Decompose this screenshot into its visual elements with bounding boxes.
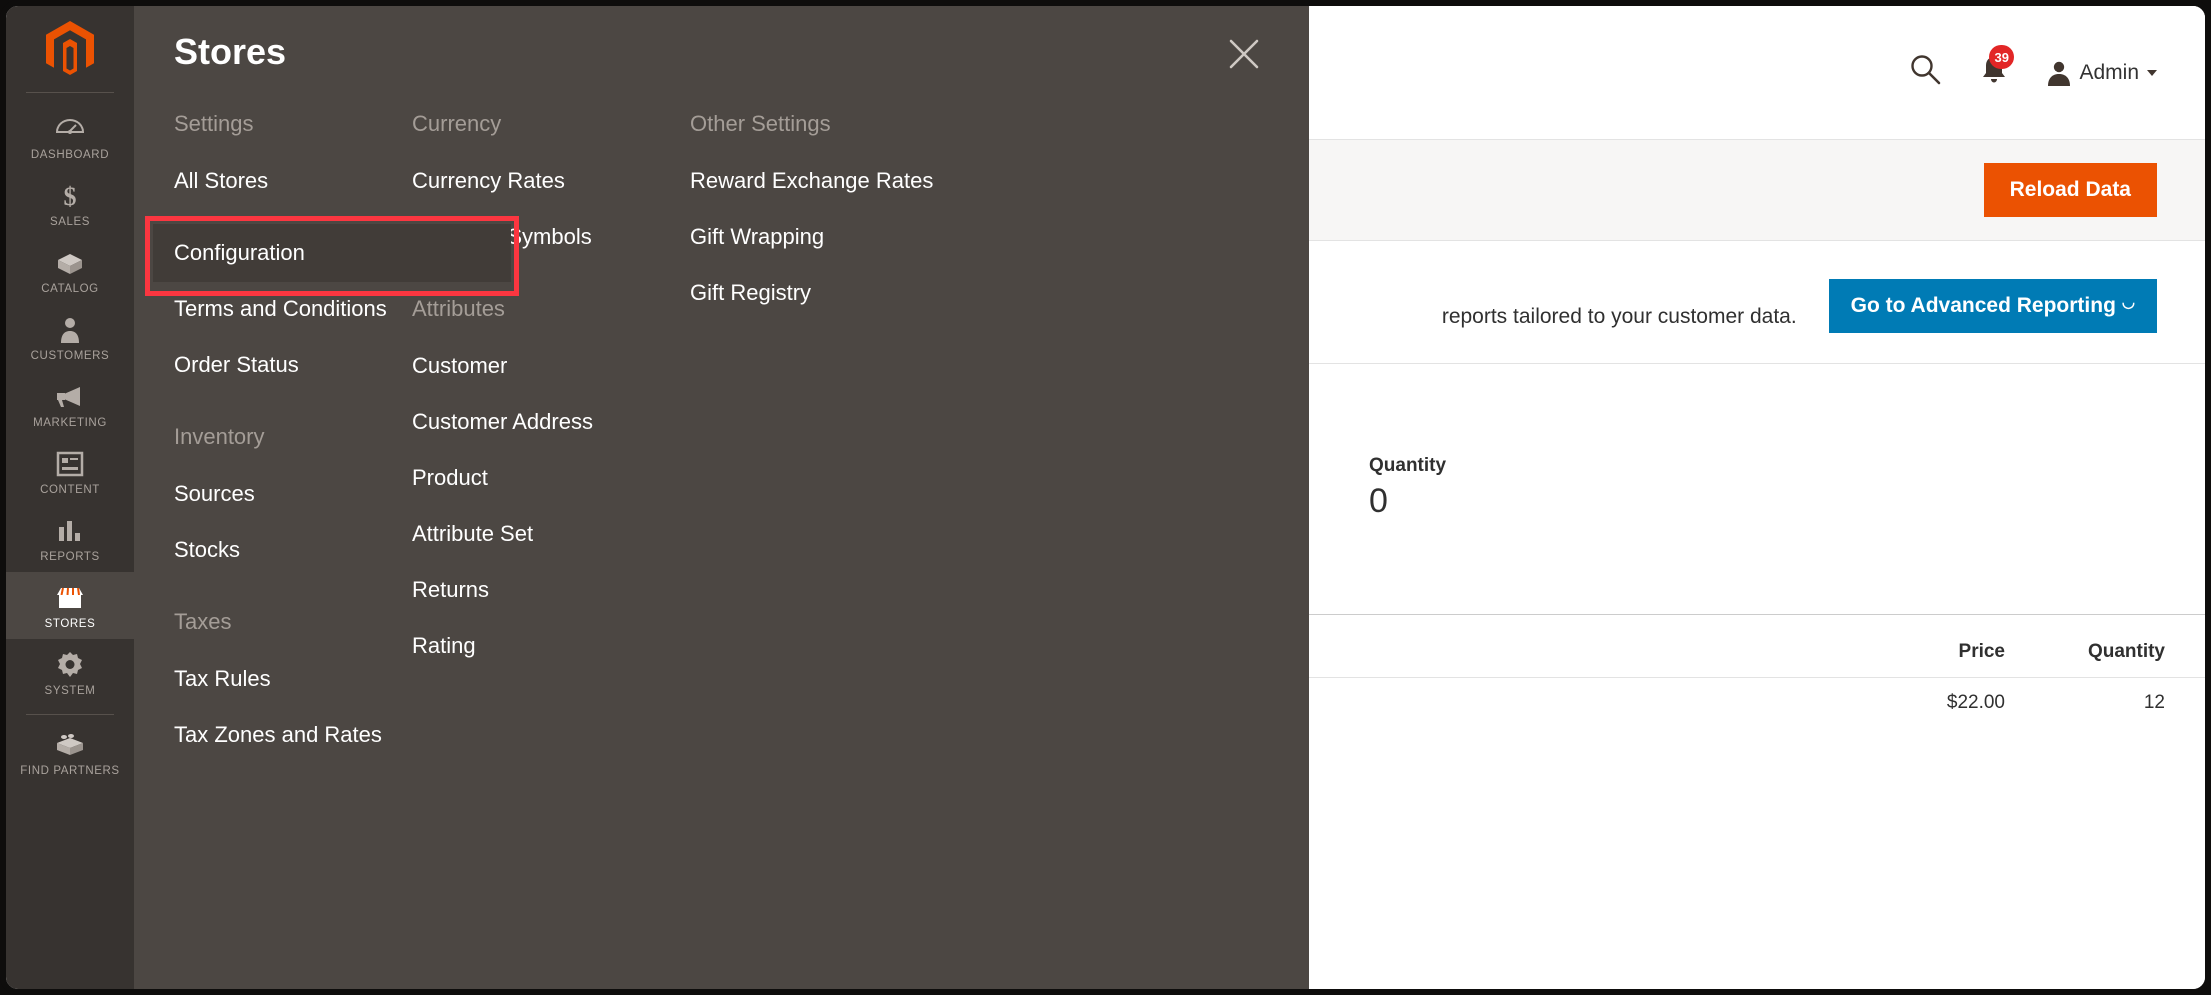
go-to-advanced-reporting-button[interactable]: Go to Advanced Reporting ◡ bbox=[1828, 279, 2157, 333]
menu-item-customer-address[interactable]: Customer Address bbox=[412, 409, 690, 435]
group-title: Taxes bbox=[174, 609, 232, 634]
group-title: Attributes bbox=[412, 296, 505, 321]
admin-account-menu[interactable]: Admin bbox=[2046, 60, 2157, 86]
notification-count-badge: 39 bbox=[1989, 45, 2014, 69]
group-title: Settings bbox=[174, 111, 254, 136]
menu-item-gift-registry[interactable]: Gift Registry bbox=[690, 280, 1010, 306]
menu-item-returns[interactable]: Returns bbox=[412, 577, 690, 603]
megamenu-title: Stores bbox=[174, 31, 287, 72]
menu-item-product[interactable]: Product bbox=[412, 465, 690, 491]
sidebar-item-dashboard[interactable]: DASHBOARD bbox=[6, 103, 134, 170]
menu-item-attribute-set[interactable]: Attribute Set bbox=[412, 521, 690, 547]
sidebar-item-reports[interactable]: REPORTS bbox=[6, 505, 134, 572]
dollar-icon: $ bbox=[59, 181, 81, 211]
sidebar-item-stores[interactable]: STORES bbox=[6, 572, 134, 639]
sidebar-item-content[interactable]: CONTENT bbox=[6, 438, 134, 505]
sidebar-item-label: SALES bbox=[49, 216, 91, 228]
sidebar-item-label: CUSTOMERS bbox=[30, 350, 110, 362]
column-header-price[interactable]: Price bbox=[1855, 641, 2005, 663]
svg-text:$: $ bbox=[64, 182, 77, 210]
menu-item-sources[interactable]: Sources bbox=[174, 481, 412, 507]
megamenu-column-3: Other Settings Reward Exchange Rates Gif… bbox=[690, 111, 1010, 989]
stat-value: 0 bbox=[1369, 482, 1388, 520]
megamenu-group-settings: Settings All Stores Configuration Terms … bbox=[145, 111, 519, 378]
menu-item-tax-rules[interactable]: Tax Rules bbox=[174, 666, 412, 692]
sidebar-item-customers[interactable]: CUSTOMERS bbox=[6, 304, 134, 371]
advanced-reporting-button-label: Go to Advanced Reporting bbox=[1850, 294, 2116, 317]
search-icon[interactable] bbox=[1908, 53, 1942, 92]
magento-logo-icon bbox=[46, 21, 94, 75]
menu-item-reward-exchange-rates[interactable]: Reward Exchange Rates bbox=[690, 168, 1010, 194]
sidebar-item-system[interactable]: SYSTEM bbox=[6, 639, 134, 706]
sidebar-item-label: MARKETING bbox=[33, 417, 107, 429]
stat-quantity: Quantity 0 bbox=[1369, 455, 1569, 521]
sidebar-item-catalog[interactable]: CATALOG bbox=[6, 237, 134, 304]
menu-item-currency-rates[interactable]: Currency Rates bbox=[412, 168, 690, 194]
admin-name-label: Admin bbox=[2079, 60, 2139, 84]
bar-chart-icon bbox=[56, 516, 84, 546]
megamenu-group-other-settings: Other Settings Reward Exchange Rates Gif… bbox=[690, 111, 1010, 306]
menu-item-customer[interactable]: Customer bbox=[412, 353, 690, 379]
primary-sidebar: DASHBOARD $ SALES CATALOG CUSTOMERS MARK… bbox=[6, 6, 134, 989]
menu-item-rating[interactable]: Rating bbox=[412, 633, 690, 659]
stat-label: Quantity bbox=[1369, 455, 1447, 476]
sidebar-item-label: STORES bbox=[44, 618, 96, 630]
admin-window: DASHBOARD $ SALES CATALOG CUSTOMERS MARK… bbox=[0, 0, 2211, 995]
sidebar-item-label: DASHBOARD bbox=[30, 149, 110, 161]
advanced-reporting-description: reports tailored to your customer data. bbox=[1441, 305, 1797, 328]
megamenu-group-attributes: Attributes Customer Customer Address Pro… bbox=[412, 296, 690, 659]
layout-icon bbox=[56, 449, 84, 479]
lego-brick-icon bbox=[54, 730, 86, 760]
external-link-icon: ◡ bbox=[2121, 294, 2135, 311]
sidebar-item-label: REPORTS bbox=[40, 551, 100, 563]
gear-icon bbox=[56, 650, 84, 680]
sidebar-item-find-partners[interactable]: FIND PARTNERS bbox=[6, 719, 134, 786]
reload-data-button[interactable]: Reload Data bbox=[1983, 163, 2157, 217]
cell-price: $22.00 bbox=[1946, 692, 2005, 713]
sidebar-divider-top bbox=[26, 92, 114, 93]
group-title: Currency bbox=[412, 111, 502, 136]
user-avatar-icon bbox=[2048, 61, 2071, 86]
sidebar-item-sales[interactable]: $ SALES bbox=[6, 170, 134, 237]
menu-item-all-stores[interactable]: All Stores bbox=[174, 168, 412, 194]
magento-logo[interactable] bbox=[6, 6, 134, 92]
menu-item-tax-zones-and-rates[interactable]: Tax Zones and Rates bbox=[174, 722, 412, 748]
sidebar-item-label: CATALOG bbox=[41, 283, 99, 295]
megamenu-columns: Settings All Stores Configuration Terms … bbox=[134, 111, 1309, 989]
sidebar-divider-bottom bbox=[26, 714, 114, 715]
sidebar-item-label: SYSTEM bbox=[44, 685, 96, 697]
storefront-icon bbox=[54, 583, 86, 613]
notifications-bell[interactable]: 39 bbox=[1980, 45, 2014, 90]
header-tools: 39 Admin bbox=[1908, 45, 2157, 92]
group-title: Inventory bbox=[174, 424, 265, 449]
menu-item-order-status[interactable]: Order Status bbox=[174, 352, 412, 378]
menu-item-label: Configuration bbox=[174, 240, 305, 265]
menu-item-stocks[interactable]: Stocks bbox=[174, 537, 412, 563]
stores-megamenu: Stores Settings All Stores Configuration… bbox=[134, 6, 1309, 989]
gauge-icon bbox=[55, 114, 85, 144]
chevron-down-icon bbox=[2147, 69, 2157, 76]
sidebar-item-label: FIND PARTNERS bbox=[20, 765, 120, 777]
megaphone-icon bbox=[54, 382, 86, 412]
sidebar-item-label: CONTENT bbox=[40, 484, 100, 496]
cell-quantity: 12 bbox=[2143, 692, 2165, 713]
close-icon[interactable] bbox=[1224, 34, 1264, 74]
megamenu-column-1: Settings All Stores Configuration Terms … bbox=[134, 111, 519, 989]
box-icon bbox=[54, 248, 86, 278]
megamenu-group-inventory: Inventory Sources Stocks bbox=[174, 424, 412, 563]
menu-item-gift-wrapping[interactable]: Gift Wrapping bbox=[690, 224, 1010, 250]
person-icon bbox=[59, 315, 81, 345]
menu-item-configuration[interactable]: Configuration bbox=[145, 216, 519, 296]
sidebar-item-marketing[interactable]: MARKETING bbox=[6, 371, 134, 438]
group-title: Other Settings bbox=[690, 111, 831, 136]
column-header-quantity[interactable]: Quantity bbox=[2005, 641, 2165, 663]
megamenu-group-taxes: Taxes Tax Rules Tax Zones and Rates bbox=[174, 609, 412, 748]
menu-item-terms-and-conditions[interactable]: Terms and Conditions bbox=[174, 296, 412, 322]
